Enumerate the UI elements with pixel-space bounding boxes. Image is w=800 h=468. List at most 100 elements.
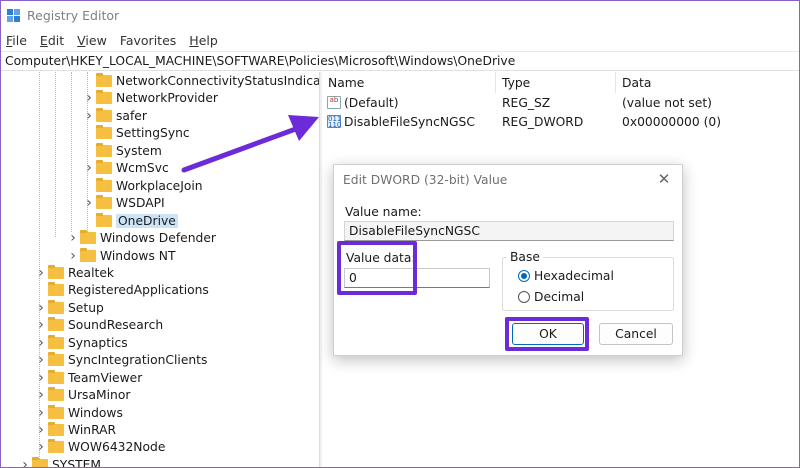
value-data: 0x00000000 (0) — [622, 115, 722, 129]
folder-icon — [96, 177, 112, 192]
tree-item[interactable]: › safer — [83, 107, 147, 124]
folder-icon — [96, 72, 112, 87]
tree-item-label: OneDrive — [116, 213, 178, 228]
chevron-right-icon[interactable]: › — [35, 351, 47, 368]
tree-item[interactable]: › WcmSvc — [83, 159, 169, 176]
column-header-type[interactable]: Type — [496, 72, 616, 93]
tree-item-label: SYSTEM — [52, 457, 102, 468]
folder-icon — [96, 142, 112, 157]
dword-value-icon: 011 110 — [327, 115, 342, 129]
tree-item[interactable]: SettingSync — [83, 124, 190, 141]
chevron-right-icon[interactable]: › — [35, 404, 47, 421]
tree-item[interactable]: › WOW6432Node — [35, 438, 165, 455]
tree-item[interactable]: OneDrive — [83, 212, 178, 229]
value-row-default[interactable]: ab (Default) REG_SZ (value not set) — [322, 94, 799, 112]
chevron-right-icon[interactable]: › — [83, 194, 95, 211]
value-name: (Default) — [344, 96, 399, 110]
tree-item-label: Synaptics — [68, 335, 128, 350]
tree-item-label: UrsaMinor — [68, 387, 131, 402]
chevron-right-icon[interactable]: › — [35, 386, 47, 403]
cancel-button[interactable]: Cancel — [599, 323, 673, 345]
radio-selected-icon — [518, 270, 530, 282]
tree-item-label: WcmSvc — [116, 160, 169, 175]
folder-icon — [48, 351, 64, 366]
menu-item-file[interactable]: File — [6, 33, 27, 48]
tree-item[interactable]: › Synaptics — [35, 334, 128, 351]
value-name-label: Value name: — [345, 205, 422, 219]
tree-item[interactable]: › Windows — [35, 404, 123, 421]
chevron-right-icon[interactable]: › — [83, 89, 95, 106]
tree-item[interactable]: WorkplaceJoin — [83, 177, 203, 194]
folder-icon — [96, 89, 112, 104]
tree-item-label: Windows — [68, 405, 123, 420]
tree-guide-line — [71, 72, 72, 232]
chevron-right-icon[interactable]: › — [35, 334, 47, 351]
tree-item-label: System — [116, 143, 162, 158]
chevron-right-icon[interactable]: › — [35, 438, 47, 455]
folder-icon — [48, 386, 64, 401]
chevron-right-icon[interactable]: › — [67, 229, 79, 246]
ok-button-highlight — [505, 317, 589, 351]
tree-item[interactable]: › Setup — [35, 299, 104, 316]
menu-item-help[interactable]: Help — [189, 33, 218, 48]
chevron-right-icon[interactable]: › — [19, 456, 31, 468]
value-type: REG_SZ — [502, 96, 551, 110]
chevron-right-icon[interactable]: › — [35, 369, 47, 386]
folder-icon — [48, 264, 64, 279]
close-icon[interactable]: ✕ — [656, 171, 672, 187]
tree-item[interactable]: › SoundResearch — [35, 316, 163, 333]
tree-item-label: WorkplaceJoin — [116, 178, 203, 193]
tree-item[interactable]: › WSDAPI — [83, 194, 165, 211]
column-header-data[interactable]: Data — [616, 72, 799, 93]
tree-item[interactable]: › Windows Defender — [67, 229, 216, 246]
tree-item[interactable]: › NetworkProvider — [83, 89, 218, 106]
tree-item[interactable]: System — [83, 142, 162, 159]
tree-item[interactable]: › TeamViewer — [35, 369, 142, 386]
value-data: (value not set) — [622, 96, 712, 110]
base-group-label: Base — [507, 250, 543, 264]
folder-icon — [48, 316, 64, 331]
menu-accelerator: V — [77, 32, 86, 48]
tree-item-label: Realtek — [68, 265, 115, 280]
folder-icon — [96, 194, 112, 209]
folder-icon — [48, 334, 64, 349]
chevron-right-icon[interactable]: › — [83, 159, 95, 176]
tree-item[interactable]: › SyncIntegrationClients — [35, 351, 207, 368]
decimal-radio[interactable]: Decimal — [518, 290, 584, 304]
tree-item[interactable]: › WinRAR — [35, 421, 116, 438]
tree-item[interactable]: › SYSTEM — [19, 456, 102, 468]
tree-item[interactable]: › Realtek — [35, 264, 114, 281]
menu-item-edit[interactable]: Edit — [40, 33, 64, 48]
menu-accelerator: F — [6, 32, 13, 48]
menu-item-view[interactable]: View — [77, 33, 107, 48]
folder-icon — [80, 229, 96, 244]
chevron-right-icon[interactable]: › — [35, 299, 47, 316]
menu-item-favorites[interactable]: Favorites — [120, 33, 176, 48]
hexadecimal-label: Hexadecimal — [534, 269, 614, 283]
column-header-name[interactable]: Name — [322, 72, 496, 93]
title-bar: Registry Editor — [1, 1, 799, 30]
radio-unselected-icon — [518, 291, 530, 303]
registry-editor-window: Registry Editor File Edit View Favorites Hel… — [0, 0, 800, 468]
tree-item-label: Windows NT — [100, 248, 176, 263]
chevron-right-icon[interactable]: › — [35, 421, 47, 438]
folder-icon — [80, 247, 96, 262]
address-bar[interactable]: Computer\HKEY_LOCAL_MACHINE\SOFTWARE\Pol… — [1, 51, 799, 71]
tree-item[interactable]: › UrsaMinor — [35, 386, 130, 403]
chevron-right-icon[interactable]: › — [83, 107, 95, 124]
value-data-highlight — [337, 241, 417, 295]
value-type: REG_DWORD — [502, 115, 584, 129]
folder-icon — [48, 421, 64, 436]
chevron-right-icon[interactable]: › — [35, 316, 47, 333]
folder-icon — [48, 404, 64, 419]
chevron-right-icon[interactable]: › — [67, 247, 79, 264]
tree-item[interactable]: RegisteredApplications — [35, 281, 209, 298]
hexadecimal-radio[interactable]: Hexadecimal — [518, 269, 614, 283]
tree-item[interactable]: › Windows NT — [67, 247, 176, 264]
tree-item[interactable]: NetworkConnectivityStatusIndica — [83, 72, 319, 89]
chevron-right-icon[interactable]: › — [35, 264, 47, 281]
value-row-disablefilesyncngsc[interactable]: 011 110 DisableFileSyncNGSC REG_DWORD 0x… — [322, 113, 799, 131]
